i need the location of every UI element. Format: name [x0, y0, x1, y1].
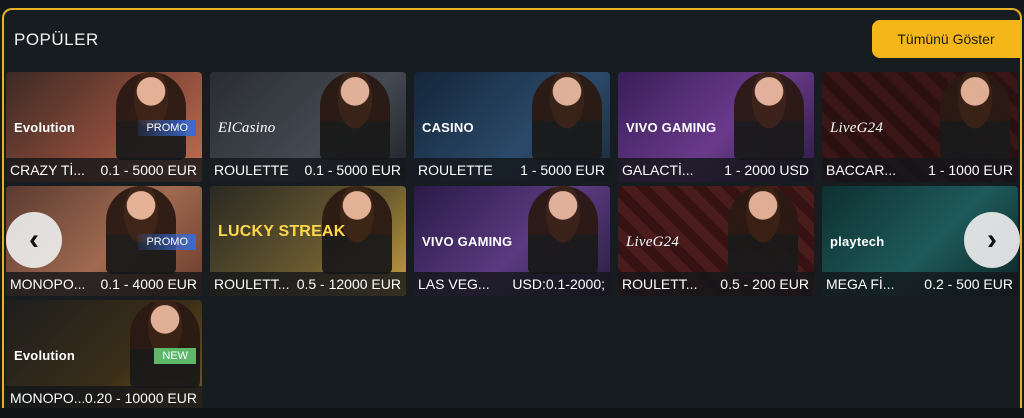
bet-limit: USD:0.1-2000; [512, 276, 605, 292]
bet-limit: 1 - 1000 EUR [928, 162, 1013, 178]
provider-logo: LUCKY STREAK [218, 223, 346, 240]
game-name: CRAZY Tİ... [10, 162, 85, 178]
provider-logo: CASINO [422, 120, 474, 135]
provider-logo: VIVO GAMING [626, 120, 717, 135]
carousel-next-button[interactable]: › [964, 212, 1020, 268]
game-name: BACCAR... [826, 162, 897, 178]
carousel-prev-button[interactable]: ‹ [6, 212, 62, 268]
game-name: MONOPO... [10, 276, 86, 292]
provider-logo: LiveG24 [830, 120, 884, 136]
section-title: POPÜLER [14, 30, 99, 49]
bet-limit: 0.20 - 10000 EUR [84, 390, 197, 406]
game-tile[interactable]: VIVO GAMING LAS VEG... USD:0.1-2000; [414, 186, 610, 296]
game-tile[interactable]: Evolution PROMO CRAZY Tİ... 0.1 - 5000 EU… [6, 72, 202, 182]
provider-logo: LiveG24 [626, 234, 680, 250]
game-name: LAS VEG... [418, 276, 490, 292]
show-all-button[interactable]: Tümünü Göster [872, 20, 1020, 58]
chevron-right-icon: › [987, 223, 997, 256]
game-tile[interactable]: VIVO GAMING GALACTİ... 1 - 2000 USD [618, 72, 814, 182]
provider-logo: Evolution [14, 120, 76, 135]
bet-limit: 0.1 - 5000 EUR [100, 162, 198, 178]
bet-limit: 0.1 - 5000 EUR [304, 162, 402, 178]
game-name: ROULETT... [622, 276, 698, 292]
bet-limit: 0.5 - 200 EUR [720, 276, 809, 292]
bet-limit: 0.2 - 500 EUR [924, 276, 1013, 292]
game-name: ROULETTE [214, 162, 289, 178]
bet-limit: 1 - 2000 USD [724, 162, 809, 178]
provider-logo: VIVO GAMING [422, 234, 513, 249]
game-tile[interactable]: LiveG24 BACCAR... 1 - 1000 EUR [822, 72, 1018, 182]
promo-badge: PROMO [138, 120, 196, 136]
game-name: MEGA Fİ... [826, 276, 895, 292]
game-tile[interactable]: CASINO ROULETTE 1 - 5000 EUR [414, 72, 610, 182]
game-name: MONOPO... [10, 390, 85, 406]
game-tile[interactable]: LiveG24 ROULETT... 0.5 - 200 EUR [618, 186, 814, 296]
bottom-bar [0, 408, 1024, 418]
bet-limit: 1 - 5000 EUR [520, 162, 605, 178]
promo-badge: PROMO [138, 234, 196, 250]
game-name: ROULETT... [214, 276, 290, 292]
game-tile[interactable]: ElCasino ROULETTE 0.1 - 5000 EUR [210, 72, 406, 182]
new-badge: NEW [154, 348, 196, 364]
game-tile[interactable]: LUCKY STREAK ROULETT... 0.5 - 12000 EUR [210, 186, 406, 296]
provider-logo: ElCasino [218, 120, 276, 136]
bet-limit: 0.5 - 12000 EUR [296, 276, 401, 292]
provider-logo: Evolution [14, 348, 76, 363]
provider-logo: playtech [830, 234, 885, 249]
chevron-left-icon: ‹ [29, 223, 39, 256]
game-name: GALACTİ... [622, 162, 694, 178]
game-tile[interactable]: Evolution NEW MONOPO... 0.20 - 10000 EUR [6, 300, 202, 410]
bet-limit: 0.1 - 4000 EUR [100, 276, 198, 292]
game-name: ROULETTE [418, 162, 493, 178]
